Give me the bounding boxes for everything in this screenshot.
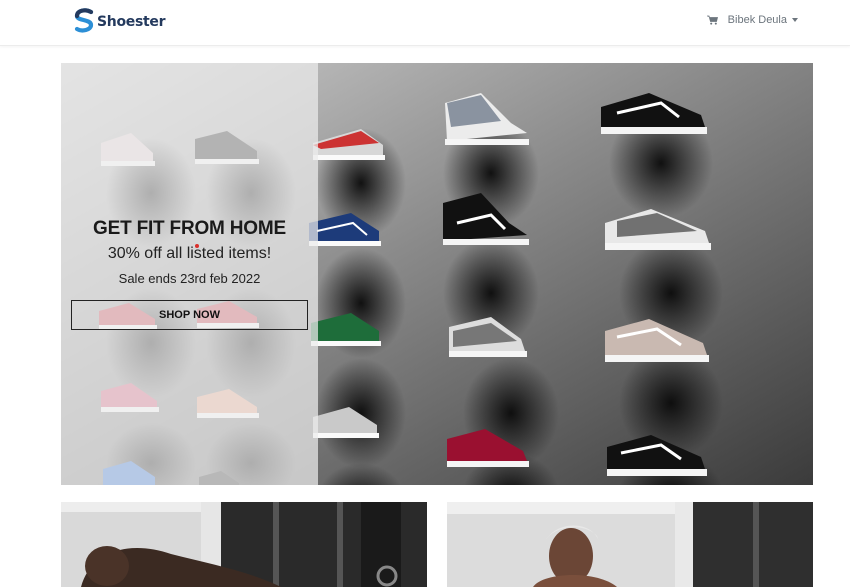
promo-image-left [61, 502, 427, 587]
cart-icon[interactable] [706, 15, 718, 25]
promo-card-left[interactable] [61, 502, 427, 587]
hero-subtitle: 30% off all listed items! [107, 245, 272, 262]
logo-s-icon [74, 8, 94, 33]
hero-banner: GET FIT FROM HOME 30% off all listed ite… [61, 63, 813, 485]
user-dropdown[interactable]: Bibek Deula [706, 14, 798, 26]
chevron-down-icon[interactable] [792, 18, 798, 22]
sale-end-text: Sale ends 23rd feb 2022 [118, 271, 261, 286]
promo-card-right[interactable] [447, 502, 813, 587]
promo-image-right [447, 502, 813, 587]
top-navbar: Shoester Bibek Deula [0, 0, 850, 46]
shop-now-button[interactable]: SHOP NOW [71, 300, 308, 330]
brand-logo[interactable]: Shoester [74, 8, 166, 34]
hero-title: GET FIT FROM HOME [93, 218, 286, 239]
brand-name: Shoester [97, 14, 166, 30]
user-name[interactable]: Bibek Deula [728, 14, 787, 26]
